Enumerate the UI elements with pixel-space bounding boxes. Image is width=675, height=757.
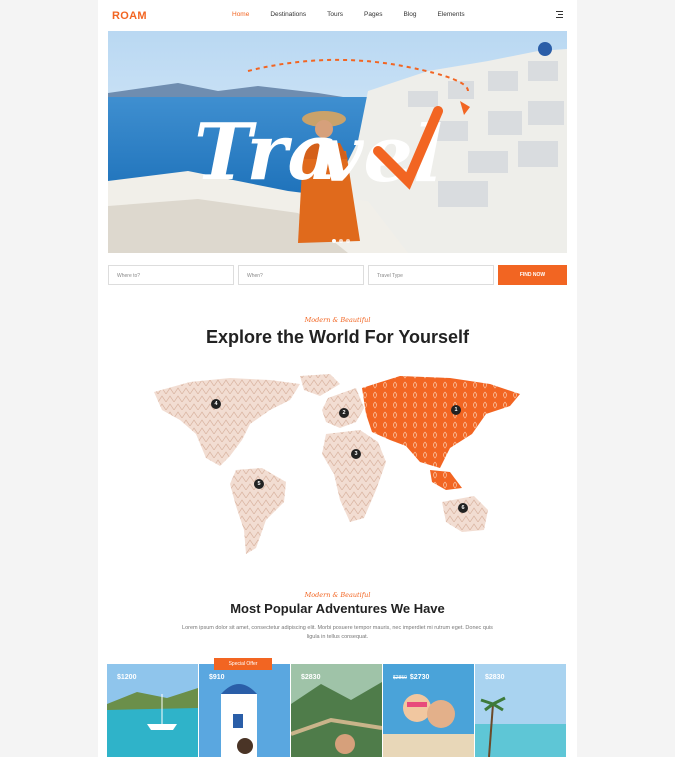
slider-dot[interactable] bbox=[346, 239, 350, 243]
navbar: ROAM Home Destinations Tours Pages Blog … bbox=[98, 0, 577, 31]
tour-price: $2830 bbox=[485, 674, 505, 681]
map-pin[interactable]: 2 bbox=[339, 408, 349, 418]
tour-card[interactable]: $1200 bbox=[107, 664, 198, 757]
slider-dot[interactable] bbox=[332, 239, 336, 243]
map-pin[interactable]: 4 bbox=[211, 399, 221, 409]
hamburger-icon[interactable] bbox=[556, 11, 563, 18]
menu-item-blog[interactable]: Blog bbox=[403, 11, 416, 18]
menu-item-tours[interactable]: Tours bbox=[327, 11, 343, 18]
where-input[interactable]: Where to? bbox=[108, 265, 234, 285]
tour-card[interactable]: $910 bbox=[199, 664, 290, 757]
tour-card[interactable]: $2850 $2730 bbox=[383, 664, 474, 757]
tour-price: $2830 bbox=[301, 674, 321, 681]
adventures-title: Most Popular Adventures We Have bbox=[230, 601, 445, 616]
menu-item-destinations[interactable]: Destinations bbox=[270, 11, 306, 18]
explore-eyebrow: Modern & Beautiful bbox=[304, 316, 371, 324]
tour-price: $2850 $2730 bbox=[393, 674, 430, 681]
tour-old-price: $2850 bbox=[393, 675, 407, 681]
hero-headline: Tra bbox=[194, 107, 338, 198]
world-map: 1 2 3 4 5 6 bbox=[150, 370, 530, 560]
tour-price: $1200 bbox=[117, 674, 137, 681]
map-pin[interactable]: 3 bbox=[351, 449, 361, 459]
hero-slider: Tra vel bbox=[108, 31, 567, 253]
main-menu: Home Destinations Tours Pages Blog Eleme… bbox=[232, 11, 486, 18]
travel-type-select[interactable]: Travel Type bbox=[368, 265, 494, 285]
world-map-graphic bbox=[154, 374, 520, 554]
adventures-text: Lorem ipsum dolor sit amet, consectetur … bbox=[182, 625, 493, 640]
slider-dots bbox=[332, 239, 350, 243]
page: ROAM Home Destinations Tours Pages Blog … bbox=[98, 0, 577, 757]
special-offer-badge: Special Offer bbox=[214, 658, 272, 670]
explore-title: Explore the World For Yourself bbox=[205, 327, 470, 347]
adventures-eyebrow: Modern & Beautiful bbox=[304, 591, 371, 599]
find-now-button[interactable]: FIND NOW bbox=[498, 265, 567, 285]
menu-item-home[interactable]: Home bbox=[232, 11, 249, 18]
menu-item-elements[interactable]: Elements bbox=[437, 11, 464, 18]
menu-item-pages[interactable]: Pages bbox=[364, 11, 382, 18]
hero-image: Tra vel bbox=[108, 31, 567, 253]
map-pin[interactable]: 5 bbox=[254, 479, 264, 489]
tour-cards: $1200 $910 $2830 $2850 $2730 $2830 bbox=[107, 664, 568, 757]
tour-card[interactable]: $2830 bbox=[475, 664, 566, 757]
search-bar: Where to? When? Travel Type FIND NOW bbox=[108, 265, 567, 285]
map-pin[interactable]: 6 bbox=[458, 503, 468, 513]
when-input[interactable]: When? bbox=[238, 265, 364, 285]
slider-dot[interactable] bbox=[339, 239, 343, 243]
tour-price: $910 bbox=[209, 674, 225, 681]
map-pin[interactable]: 1 bbox=[451, 405, 461, 415]
logo[interactable]: ROAM bbox=[112, 10, 147, 22]
tour-card[interactable]: $2830 bbox=[291, 664, 382, 757]
